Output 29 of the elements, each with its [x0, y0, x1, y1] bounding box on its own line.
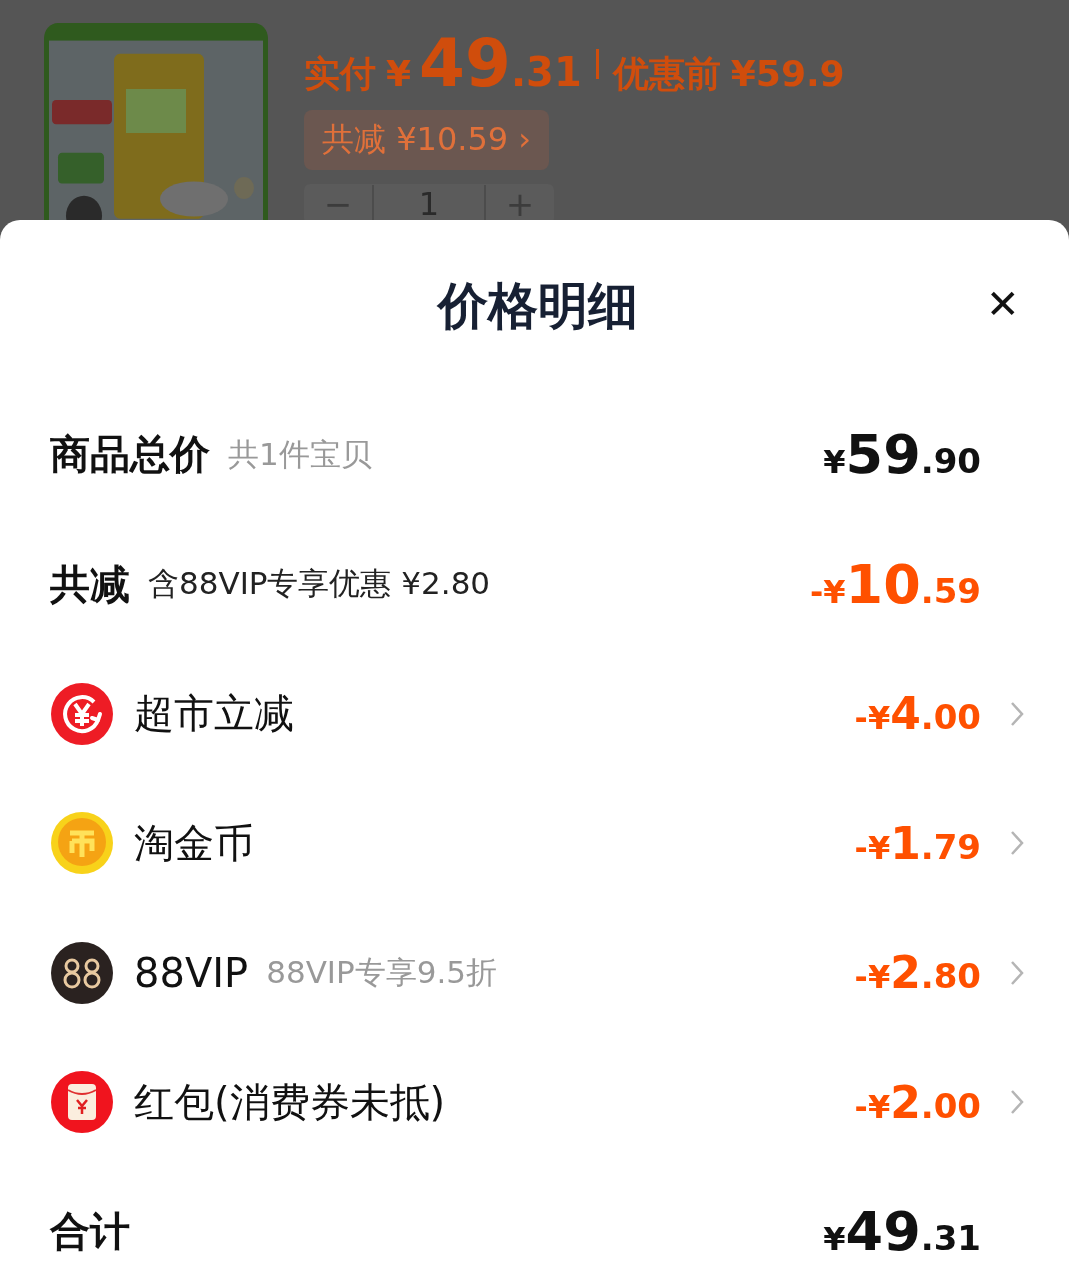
plus-button[interactable]: + [486, 184, 554, 220]
original-price-label: 优惠前 [612, 52, 721, 96]
row-label: 88VIP [134, 949, 249, 996]
row-label: 红包(消费券未抵) [134, 1077, 446, 1127]
row-label: 共减 [50, 559, 130, 609]
row-label: 合计 [50, 1207, 130, 1257]
envelope-icon [50, 1070, 114, 1135]
discount-tag[interactable]: 共减 ¥10.59 › [304, 110, 550, 170]
amount: -¥1.79 [854, 817, 981, 869]
row-label: 超市立减 [134, 689, 294, 739]
minus-button[interactable]: − [304, 184, 372, 220]
coin-icon [50, 811, 114, 876]
amount: ¥49.31 [823, 1200, 981, 1264]
amount: -¥2.00 [854, 1076, 981, 1128]
row-note: 含88VIP专享优惠 ¥2.80 [148, 564, 491, 604]
paid-label: 实付 [304, 52, 376, 96]
paid-price: ¥49.31 [386, 25, 582, 102]
row-note: 共1件宝贝 [228, 434, 372, 474]
row-label: 淘金币 [134, 818, 254, 868]
amount: ¥59.90 [823, 423, 981, 487]
amount: -¥2.80 [854, 947, 981, 999]
row-label: 商品总价 [50, 430, 210, 480]
sheet-title: 价格明细 [437, 275, 638, 337]
yen-refresh-icon [50, 681, 114, 746]
eighty-eight-icon [50, 940, 114, 1005]
original-price: ¥59.9 [730, 53, 845, 94]
row-note: 88VIP专享9.5折 [266, 952, 497, 992]
amount: -¥4.00 [854, 688, 981, 740]
amount: -¥10.59 [810, 552, 981, 616]
